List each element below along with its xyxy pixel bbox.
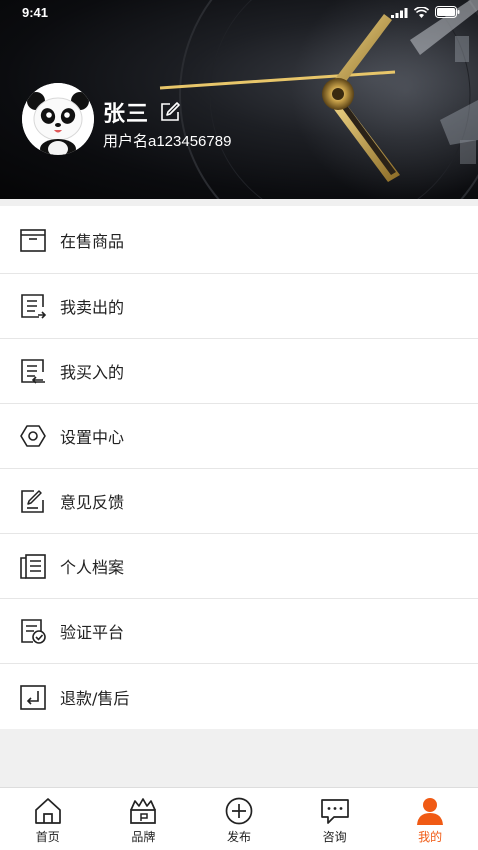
user-name: 张三 <box>103 102 150 127</box>
tab-label: 首页 <box>35 830 60 844</box>
tab-mine[interactable]: 我的 <box>382 788 478 850</box>
bottom-tab-bar: 首页 品牌 发布 咨询 我的 <box>0 787 478 850</box>
menu-item-profile[interactable]: 个人档案 <box>0 534 478 599</box>
menu-label: 在售商品 <box>60 231 125 251</box>
settings-hex-icon <box>20 425 46 447</box>
menu-item-bought[interactable]: 我买入的 <box>0 339 478 404</box>
profile-document-icon <box>20 554 46 579</box>
feedback-edit-icon <box>21 490 44 513</box>
tab-label: 咨询 <box>322 830 347 844</box>
username-text: 用户名a123456789 <box>103 133 232 150</box>
verify-document-icon <box>21 619 46 644</box>
publish-plus-icon <box>225 797 253 825</box>
panda-avatar-icon <box>22 83 94 155</box>
status-time: 9:41 <box>22 5 49 20</box>
box-icon <box>20 228 46 252</box>
menu-item-refund[interactable]: 退款/售后 <box>0 664 478 729</box>
signal-icon <box>391 7 408 18</box>
profile-header: 9:41 张三 用户名a123456789 <box>0 0 478 199</box>
avatar[interactable] <box>22 83 94 155</box>
sold-list-icon <box>21 294 47 319</box>
tab-label: 我的 <box>418 830 443 844</box>
menu-item-settings[interactable]: 设置中心 <box>0 404 478 469</box>
tab-consult[interactable]: 咨询 <box>287 788 383 850</box>
menu-label: 退款/售后 <box>60 688 130 708</box>
tab-label: 品牌 <box>131 830 156 844</box>
tab-home[interactable]: 首页 <box>0 788 96 850</box>
menu-label: 我卖出的 <box>60 298 125 317</box>
edit-icon[interactable] <box>159 101 181 123</box>
bought-list-icon <box>21 359 45 384</box>
menu-list: 在售商品 我卖出的 我买入的 设置中心 意见反馈 个人档案 验证平台 退款/售后 <box>0 206 478 729</box>
menu-label: 设置中心 <box>60 428 125 447</box>
status-bar: 9:41 <box>0 0 478 24</box>
tab-publish[interactable]: 发布 <box>191 788 287 850</box>
menu-label: 个人档案 <box>60 558 125 577</box>
refund-icon <box>20 684 46 710</box>
wifi-icon <box>414 6 429 18</box>
user-name-row: 张三 <box>103 96 181 128</box>
tab-brand[interactable]: 品牌 <box>96 788 192 850</box>
user-icon <box>417 798 444 825</box>
menu-item-feedback[interactable]: 意见反馈 <box>0 469 478 534</box>
menu-label: 意见反馈 <box>60 493 125 512</box>
tab-label: 发布 <box>226 830 251 844</box>
home-icon <box>34 798 61 824</box>
menu-item-sold[interactable]: 我卖出的 <box>0 274 478 339</box>
menu-item-verify[interactable]: 验证平台 <box>0 599 478 664</box>
status-icons <box>391 6 460 18</box>
menu-label: 验证平台 <box>60 623 125 642</box>
menu-item-on-sale[interactable]: 在售商品 <box>0 206 478 274</box>
battery-icon <box>435 6 460 18</box>
brand-crown-icon <box>130 798 157 824</box>
menu-label: 我买入的 <box>60 363 125 382</box>
chat-icon <box>320 799 349 824</box>
